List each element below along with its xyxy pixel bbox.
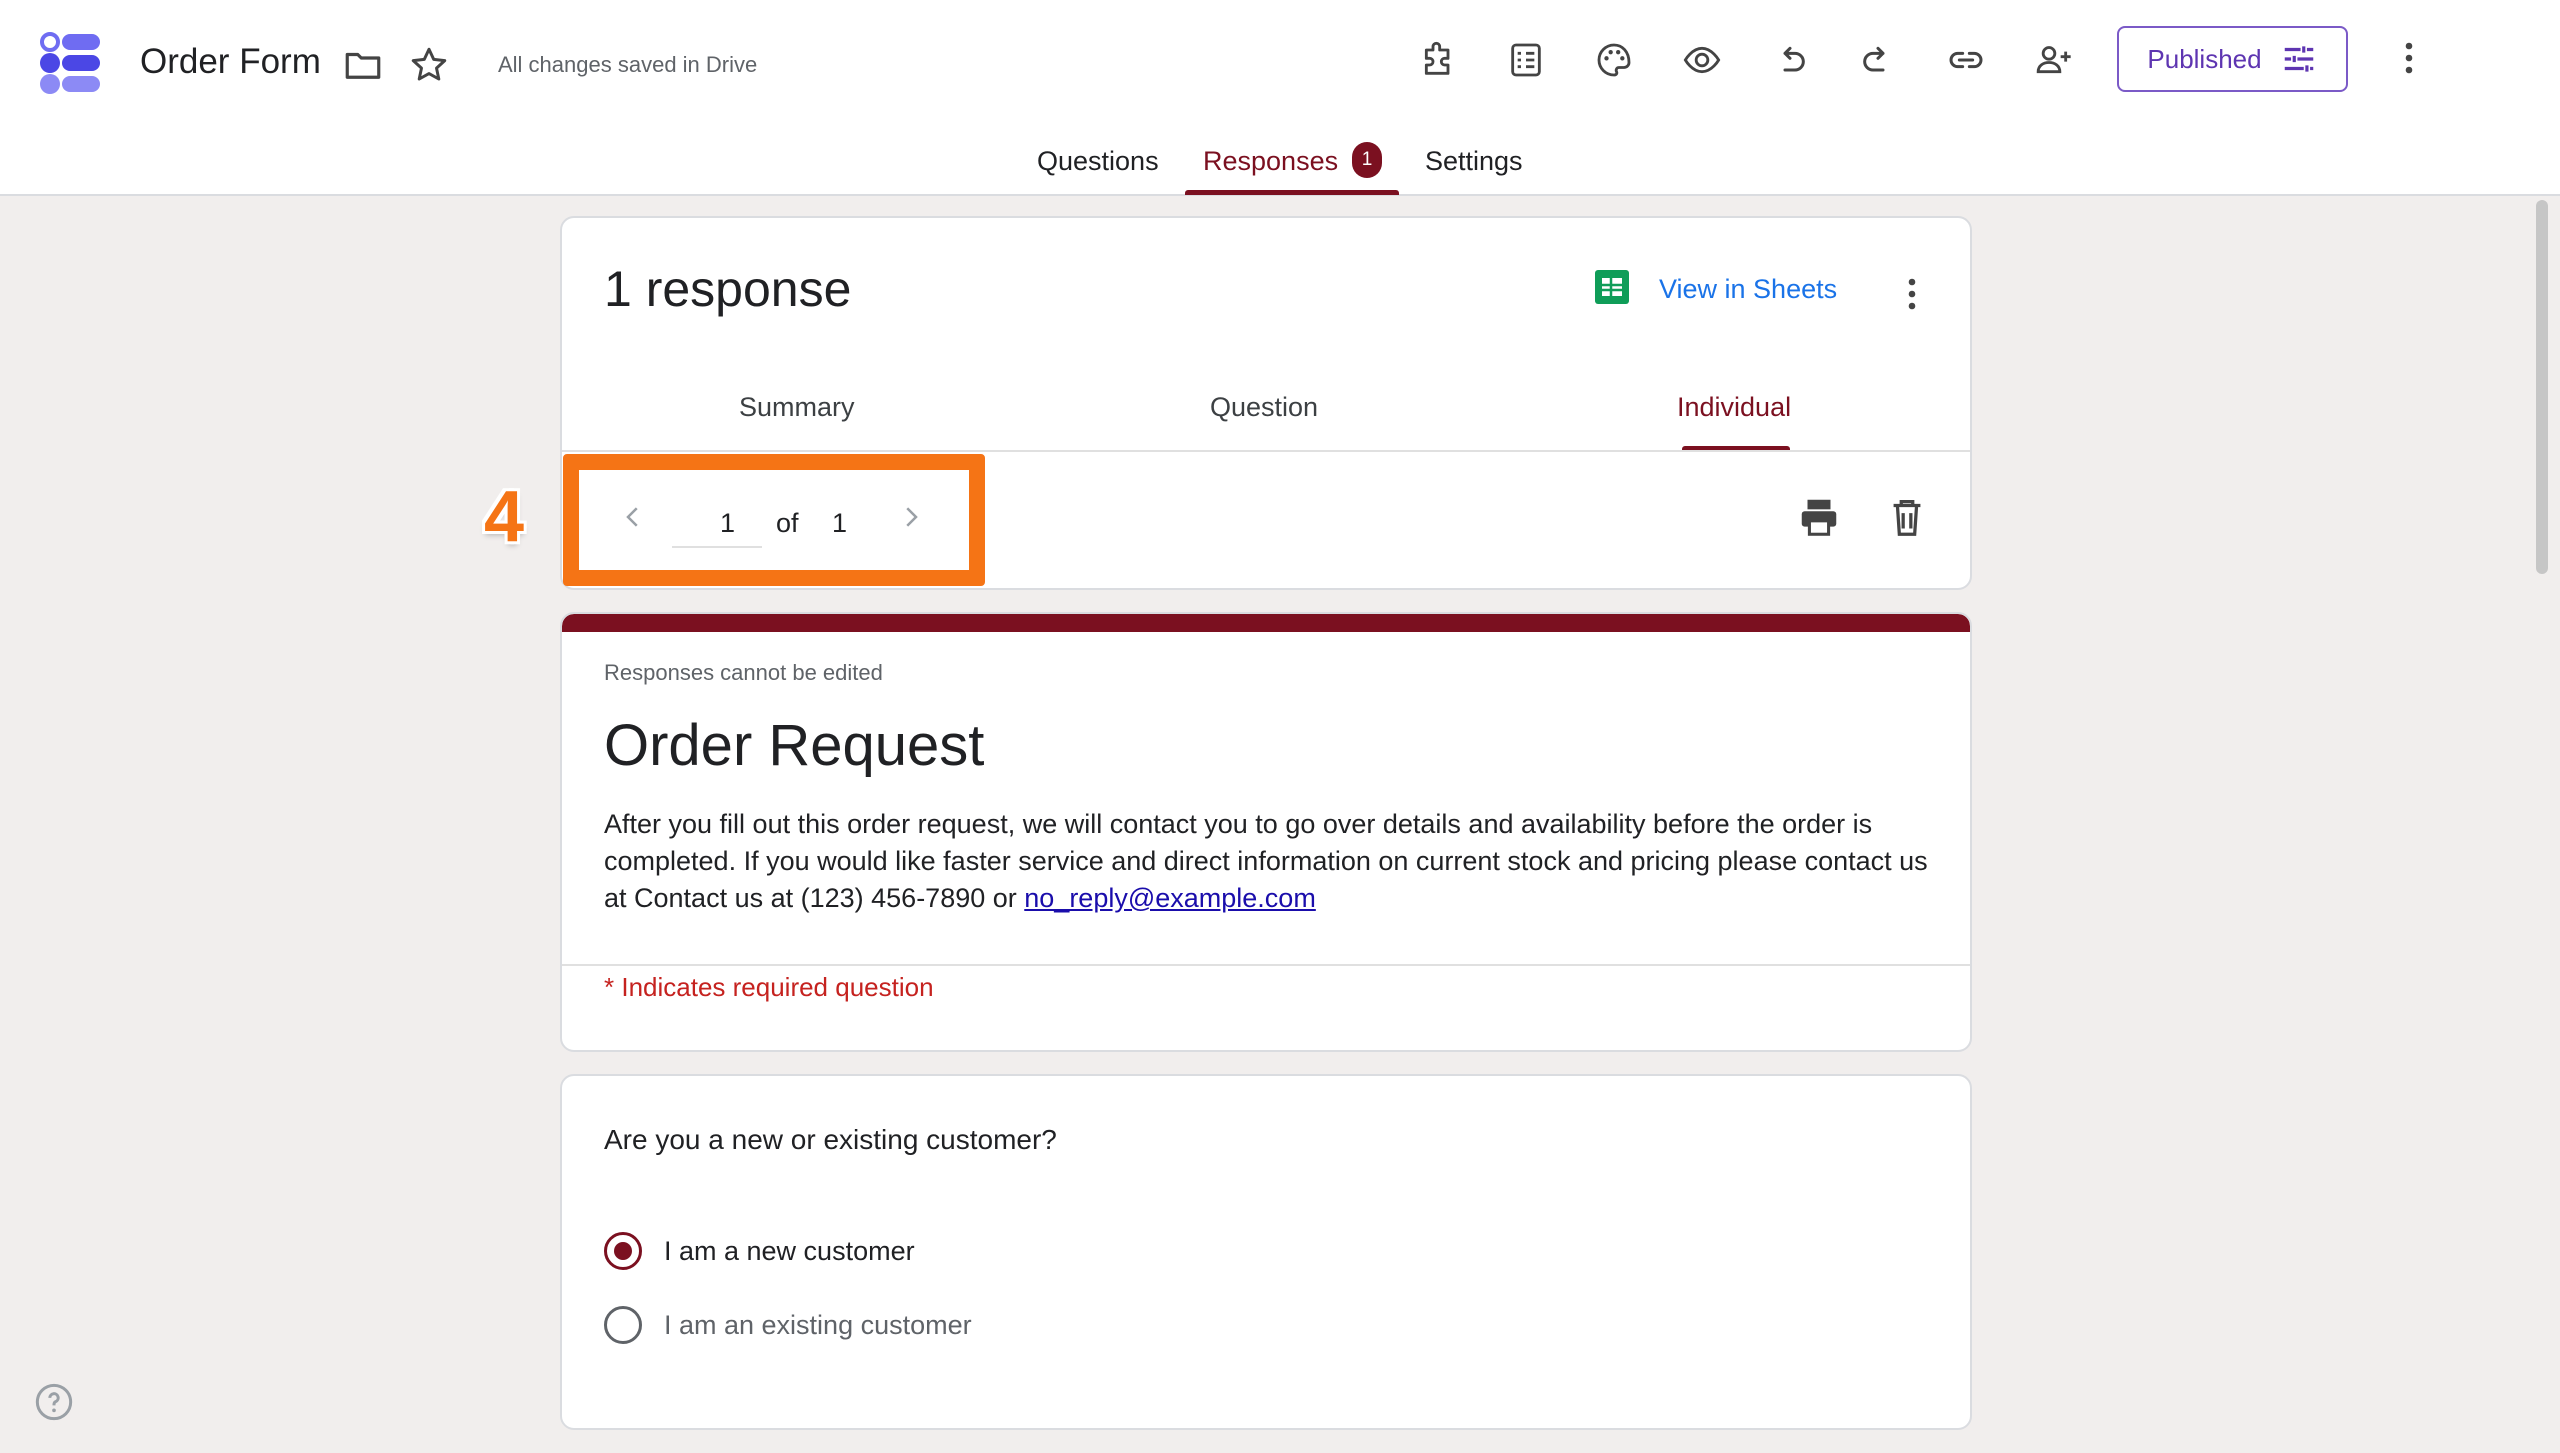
print-icon[interactable] — [1796, 494, 1842, 540]
link-icon[interactable] — [1942, 36, 1990, 84]
required-note: * Indicates required question — [604, 972, 934, 1002]
view-in-sheets-link[interactable]: View in Sheets — [1659, 274, 1837, 305]
option-label: I am an existing customer — [664, 1310, 972, 1340]
save-status: All changes saved in Drive — [498, 52, 758, 77]
radio-existing-customer[interactable] — [604, 1306, 642, 1344]
question-text: Are you a new or existing customer? — [604, 1124, 1057, 1155]
addon-icon[interactable] — [1414, 36, 1462, 84]
subtab-question[interactable]: Question — [1210, 392, 1318, 423]
published-label: Published — [2147, 43, 2262, 74]
help-icon[interactable] — [34, 1382, 74, 1422]
question-card: Are you a new or existing customer? I am… — [560, 1074, 1972, 1430]
email-link[interactable]: no_reply@example.com — [1024, 883, 1316, 913]
annotation-step-number: 4 — [484, 477, 525, 557]
quiz-icon[interactable] — [1502, 36, 1550, 84]
more-vert-icon[interactable] — [2403, 38, 2415, 78]
sliders-icon — [2284, 46, 2313, 72]
responses-locked-note: Responses cannot be edited — [604, 660, 883, 685]
response-count: 1 response — [604, 261, 852, 317]
annotation-highlight-box — [563, 454, 985, 586]
option-label: I am a new customer — [664, 1236, 915, 1266]
forms-logo-icon[interactable] — [38, 32, 102, 94]
undo-icon[interactable] — [1766, 36, 1814, 84]
tab-settings[interactable]: Settings — [1425, 146, 1523, 177]
add-collaborator-icon[interactable] — [2030, 36, 2078, 84]
active-tab-indicator — [1185, 190, 1399, 195]
sheets-icon[interactable] — [1595, 270, 1629, 304]
preview-eye-icon[interactable] — [1678, 36, 1726, 84]
tab-questions[interactable]: Questions — [1037, 146, 1159, 177]
radio-new-customer[interactable] — [604, 1232, 642, 1270]
published-button[interactable]: Published — [2117, 26, 2348, 92]
tab-responses[interactable]: Responses — [1203, 146, 1338, 177]
more-vert-icon[interactable] — [1906, 274, 1918, 314]
divider — [562, 964, 1970, 966]
subtab-summary[interactable]: Summary — [739, 392, 855, 423]
responses-count-badge: 1 — [1352, 142, 1382, 178]
form-tabs: Questions Responses 1 Settings — [0, 140, 2560, 196]
app-header: Order Form All changes saved in Drive Pu… — [0, 0, 2560, 196]
redo-icon[interactable] — [1854, 36, 1902, 84]
subtab-individual[interactable]: Individual — [1677, 392, 1791, 423]
form-header-card: Responses cannot be edited Order Request… — [560, 612, 1972, 1052]
form-accent-bar — [562, 614, 1970, 632]
star-icon[interactable] — [406, 42, 452, 88]
folder-icon[interactable] — [340, 42, 386, 88]
form-description: After you fill out this order request, w… — [604, 806, 1934, 917]
page-scrollbar[interactable] — [2536, 200, 2548, 574]
trash-icon[interactable] — [1884, 494, 1930, 540]
form-heading: Order Request — [604, 713, 985, 778]
form-title[interactable]: Order Form — [140, 42, 321, 82]
divider — [562, 450, 1970, 452]
palette-icon[interactable] — [1590, 36, 1638, 84]
